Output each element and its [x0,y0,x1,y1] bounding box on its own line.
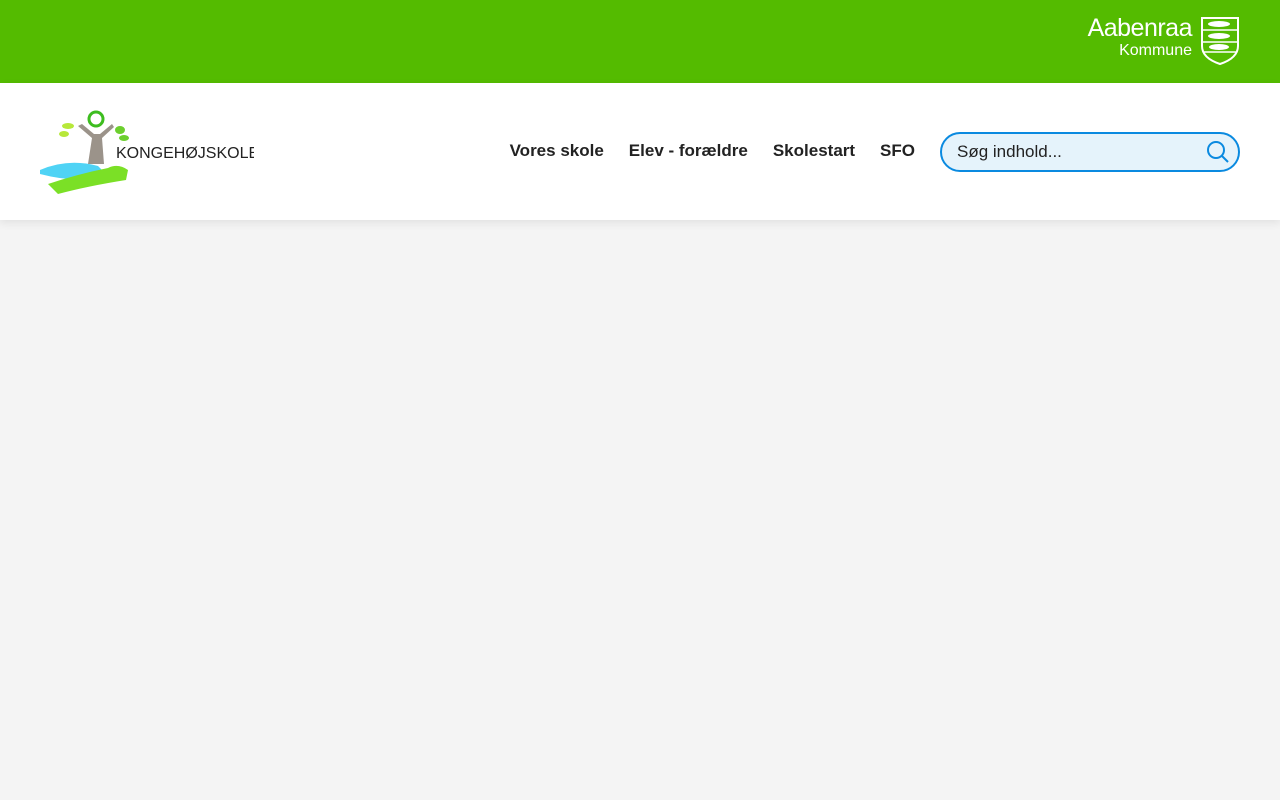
nav-skolestart[interactable]: Skolestart [773,141,855,161]
search-icon[interactable] [1206,140,1230,164]
municipality-logo-link[interactable]: Aabenraa Kommune [1088,16,1240,66]
svg-text:KONGEHØJSKOLEN: KONGEHØJSKOLEN [116,145,254,162]
search-box [940,132,1240,172]
school-logo[interactable]: KONGEHØJSKOLEN [38,108,271,196]
coat-of-arms-icon [1201,17,1239,66]
search-input[interactable] [957,142,1206,162]
nav-elev-foraeldre[interactable]: Elev - forældre [629,141,748,161]
main-nav: Vores skole Elev - forældre Skolestart S… [510,141,915,161]
site-header: KONGEHØJSKOLEN Vores skole Elev - foræld… [0,83,1280,220]
nav-sfo[interactable]: SFO [880,141,915,161]
nav-vores-skole[interactable]: Vores skole [510,141,604,161]
top-bar: Aabenraa Kommune [0,0,1280,83]
municipality-subtitle: Kommune [1119,42,1192,59]
municipality-name: Aabenraa [1087,14,1193,42]
